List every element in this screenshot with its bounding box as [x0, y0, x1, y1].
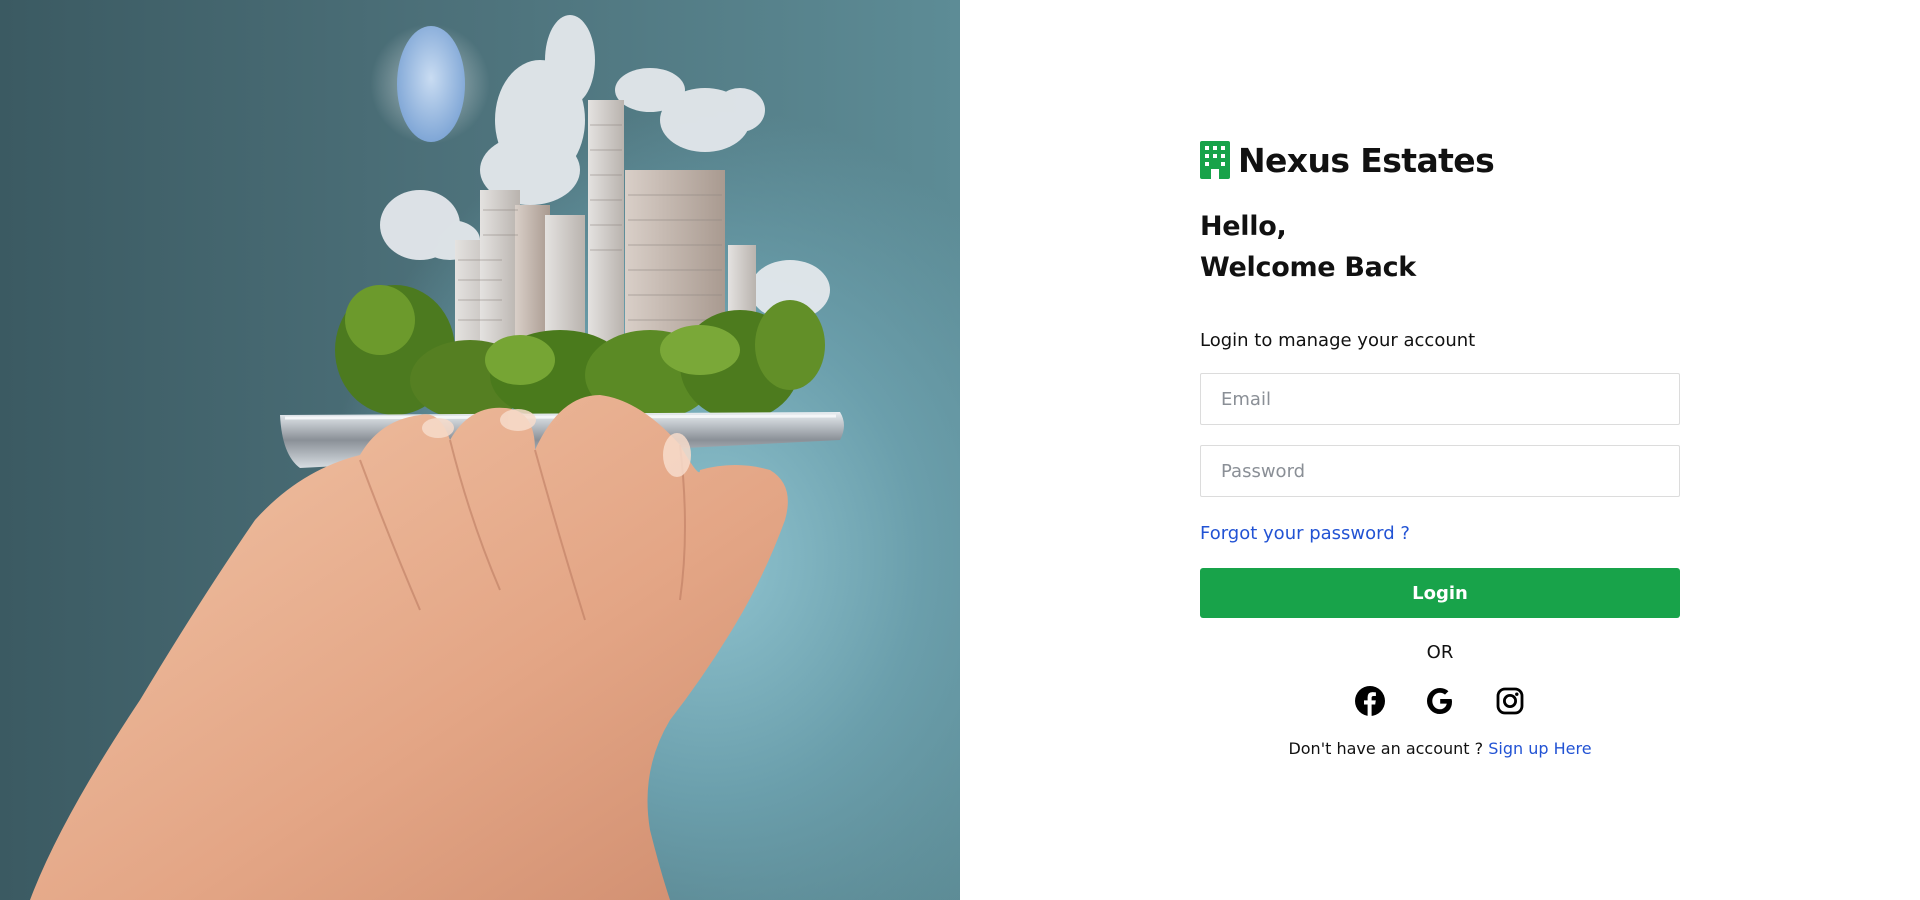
login-subtitle: Login to manage your account [1200, 330, 1476, 351]
google-icon [1427, 688, 1452, 714]
greeting-heading: Hello, Welcome Back [1200, 206, 1680, 288]
greeting-line-1: Hello, [1200, 211, 1287, 242]
password-field[interactable] [1200, 445, 1680, 497]
signup-link[interactable]: Sign up Here [1488, 739, 1591, 758]
hero-illustration [30, 15, 844, 900]
facebook-login-button[interactable] [1354, 685, 1386, 717]
hero-image [0, 0, 960, 900]
signup-text: Don't have an account ? [1288, 739, 1484, 758]
instagram-icon [1496, 687, 1524, 715]
login-button[interactable]: Login [1200, 568, 1680, 618]
forgot-password-link[interactable]: Forgot your password ? [1200, 523, 1410, 544]
brand-name: Nexus Estates [1238, 140, 1495, 180]
building-icon [1200, 141, 1230, 179]
social-login-row [1200, 685, 1680, 717]
login-panel: Nexus Estates Hello, Welcome Back Login … [1200, 138, 1680, 758]
facebook-icon [1355, 686, 1385, 716]
signup-prompt: Don't have an account ? Sign up Here [1200, 739, 1680, 758]
greeting-line-2: Welcome Back [1200, 252, 1416, 283]
or-separator: OR [1426, 642, 1454, 663]
brand: Nexus Estates [1200, 138, 1680, 182]
google-login-button[interactable] [1424, 685, 1456, 717]
instagram-login-button[interactable] [1494, 685, 1526, 717]
email-field[interactable] [1200, 373, 1680, 425]
